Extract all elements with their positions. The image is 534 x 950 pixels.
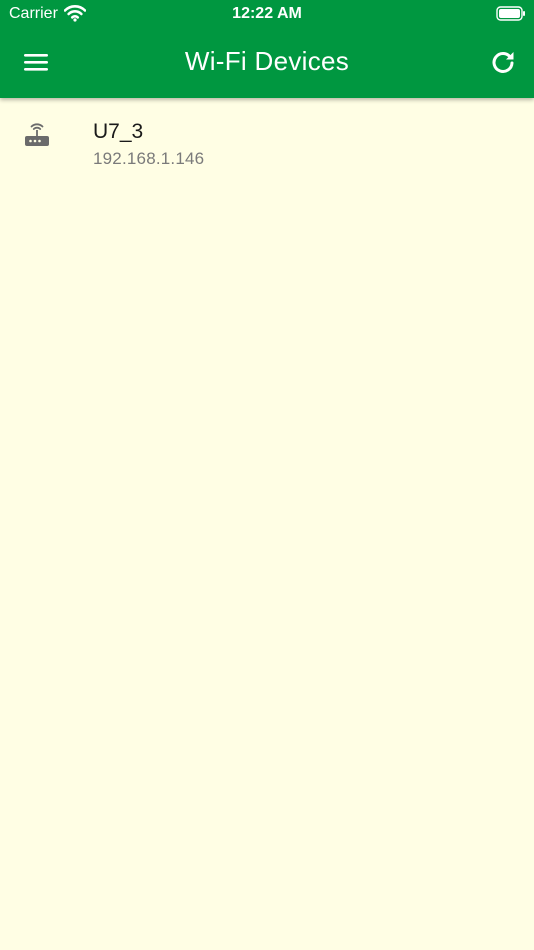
device-ip-address: 192.168.1.146 [93, 149, 205, 168]
app-header: Carrier 12:22 AM Wi-Fi Devices [0, 0, 534, 98]
refresh-button[interactable] [488, 47, 518, 77]
page-title: Wi-Fi Devices [184, 46, 350, 76]
battery-full-icon [496, 6, 526, 26]
device-list: U7_3 192.168.1.146 [0, 98, 534, 186]
router-icon [22, 120, 52, 153]
status-time: 12:22 AM [232, 5, 302, 22]
device-name: U7_3 [93, 120, 144, 143]
app-bar: Wi-Fi Devices [0, 30, 534, 94]
device-list-item[interactable]: U7_3 192.168.1.146 [0, 98, 534, 186]
status-bar: Carrier 12:22 AM [0, 0, 534, 28]
refresh-icon [492, 52, 514, 73]
